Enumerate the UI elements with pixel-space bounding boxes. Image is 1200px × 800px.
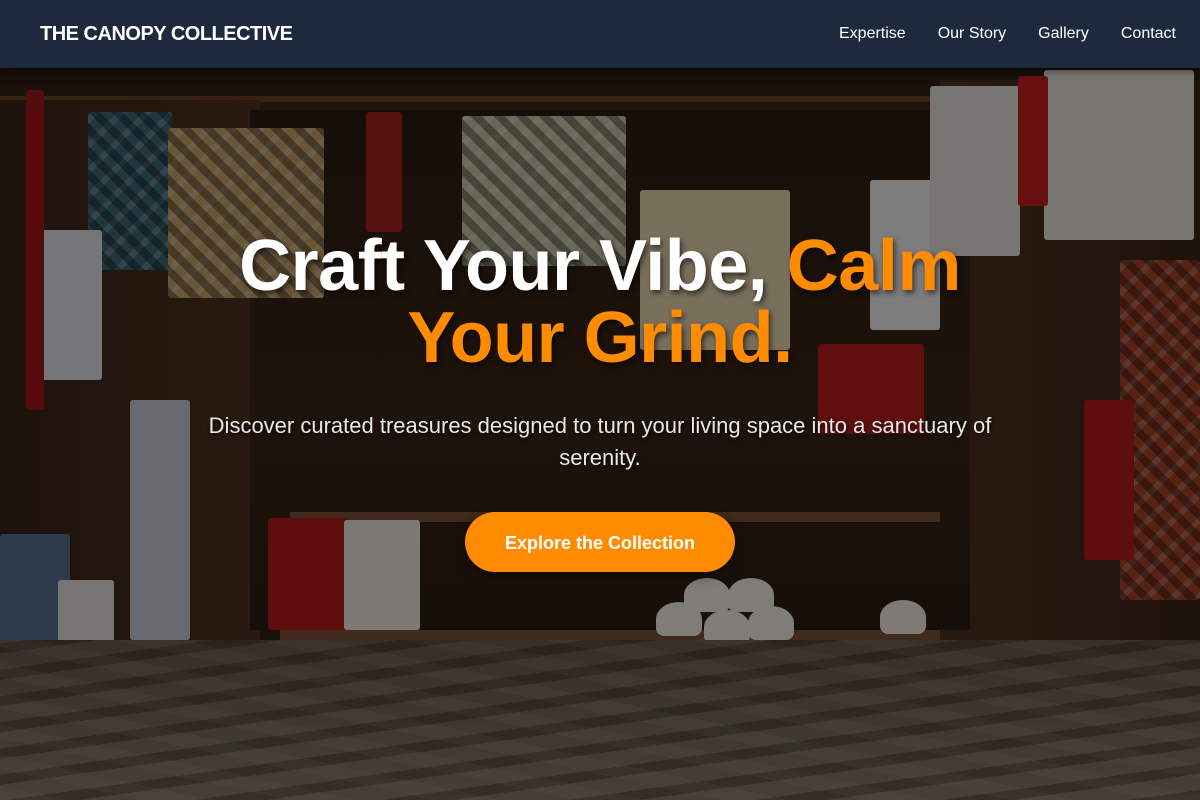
nav-link-gallery[interactable]: Gallery [1038, 25, 1089, 43]
hero-headline: Craft Your Vibe, Calm Your Grind. [190, 230, 1010, 374]
nav-link-our-story[interactable]: Our Story [938, 25, 1006, 43]
headline-white: Craft Your Vibe, [239, 226, 787, 306]
hero-subtitle: Discover curated treasures designed to t… [208, 413, 992, 470]
explore-collection-button[interactable]: Explore the Collection [465, 512, 735, 572]
nav-links: Expertise Our Story Gallery Contact [839, 25, 1176, 43]
nav-link-contact[interactable]: Contact [1121, 25, 1176, 43]
nav-link-expertise[interactable]: Expertise [839, 25, 906, 43]
top-navbar: THE CANOPY COLLECTIVE Expertise Our Stor… [0, 0, 1200, 68]
hero-section: Craft Your Vibe, Calm Your Grind. Discov… [0, 230, 1200, 572]
brand-logo[interactable]: THE CANOPY COLLECTIVE [40, 23, 293, 46]
